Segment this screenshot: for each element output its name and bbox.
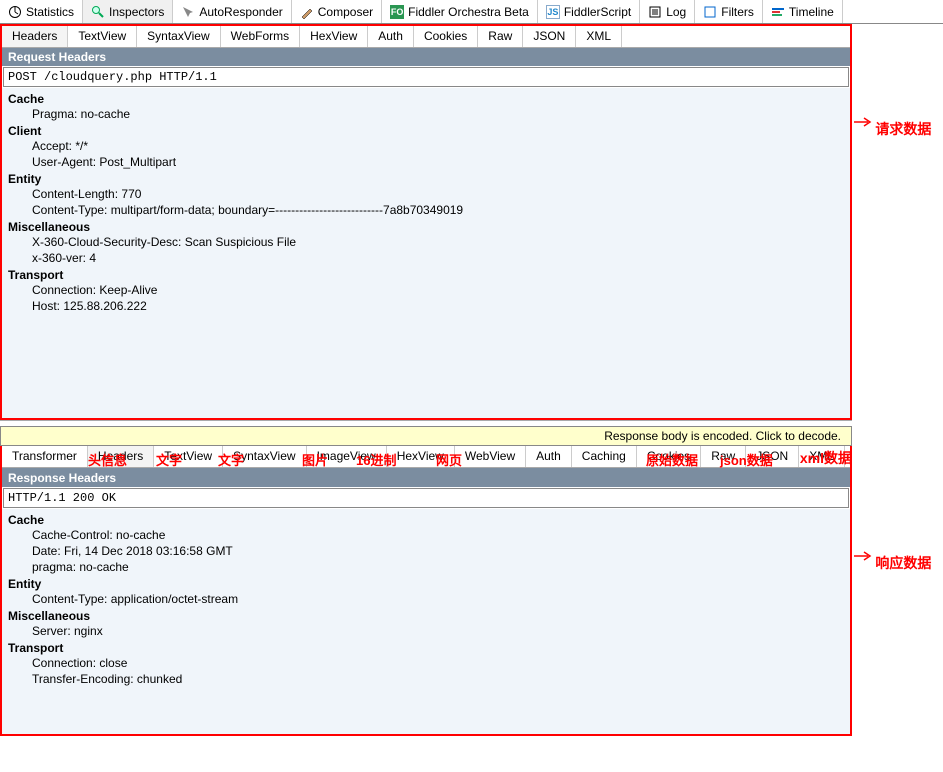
request-content: CachePragma: no-cache ClientAccept: */*Us… xyxy=(2,88,850,418)
tab-fiddlerscript[interactable]: JS FiddlerScript xyxy=(538,0,640,23)
req-tab-auth[interactable]: Auth xyxy=(368,26,414,47)
tab-statistics[interactable]: Statistics xyxy=(0,0,83,23)
response-content: CacheCache-Control: no-cacheDate: Fri, 1… xyxy=(2,509,850,734)
annotation-xml: xml数据 xyxy=(800,448,852,468)
header-group: Cache xyxy=(8,513,844,527)
header-group: Transport xyxy=(8,268,844,282)
header-item: Content-Length: 770 xyxy=(8,186,844,202)
inspectors-icon xyxy=(91,5,105,19)
req-tab-webforms[interactable]: WebForms xyxy=(221,26,300,47)
tab-label: Timeline xyxy=(789,5,834,19)
req-tab-headers[interactable]: Headers xyxy=(2,26,68,47)
header-item: x-360-ver: 4 xyxy=(8,250,844,266)
header-item: Pragma: no-cache xyxy=(8,106,844,122)
annotation-head: 头信息 xyxy=(88,450,127,469)
arrow-icon xyxy=(852,114,872,134)
annotation-web: 网页 xyxy=(436,450,462,469)
header-item: Date: Fri, 14 Dec 2018 03:16:58 GMT xyxy=(8,543,844,559)
tab-inspectors[interactable]: Inspectors xyxy=(83,0,173,23)
tab-filters[interactable]: Filters xyxy=(695,0,763,23)
response-panel: Transformer Headers TextView SyntaxView … xyxy=(0,446,852,736)
header-item: Content-Type: multipart/form-data; bound… xyxy=(8,202,844,218)
header-item: Transfer-Encoding: chunked xyxy=(8,671,844,687)
req-tab-xml[interactable]: XML xyxy=(576,26,622,47)
annotation-text2: 文字 xyxy=(218,450,244,469)
header-item: Accept: */* xyxy=(8,138,844,154)
annotation-text1: 文字 xyxy=(156,450,182,469)
main-tabs: Statistics Inspectors AutoResponder Comp… xyxy=(0,0,943,24)
statistics-icon xyxy=(8,5,22,19)
annotation-raw: 原始数据 xyxy=(646,450,698,469)
header-group: Transport xyxy=(8,641,844,655)
tab-label: FiddlerScript xyxy=(564,5,631,19)
header-item: Connection: Keep-Alive xyxy=(8,282,844,298)
annotation-json: json数据 xyxy=(720,450,773,469)
request-headers-title: Request Headers xyxy=(2,48,850,66)
header-item: User-Agent: Post_Multipart xyxy=(8,154,844,170)
response-headers-title: Response Headers xyxy=(2,468,850,487)
header-group: Miscellaneous xyxy=(8,609,844,623)
tab-label: AutoResponder xyxy=(199,5,282,19)
script-icon: JS xyxy=(546,5,560,19)
header-item: Content-Type: application/octet-stream xyxy=(8,591,844,607)
header-item: Host: 125.88.206.222 xyxy=(8,298,844,314)
tab-log[interactable]: Log xyxy=(640,0,695,23)
resp-tab-webview[interactable]: WebView xyxy=(455,446,526,467)
tab-timeline[interactable]: Timeline xyxy=(763,0,843,23)
tab-label: Filters xyxy=(721,5,754,19)
header-group: Client xyxy=(8,124,844,138)
header-group: Entity xyxy=(8,577,844,591)
tab-autoresponder[interactable]: AutoResponder xyxy=(173,0,291,23)
annotation-response: 响应数据 xyxy=(875,554,935,572)
req-tab-hexview[interactable]: HexView xyxy=(300,26,368,47)
autoresponder-icon xyxy=(181,5,195,19)
tab-composer[interactable]: Composer xyxy=(292,0,382,23)
filters-icon xyxy=(703,5,717,19)
tab-label: Log xyxy=(666,5,686,19)
req-tab-syntaxview[interactable]: SyntaxView xyxy=(137,26,220,47)
tab-label: Inspectors xyxy=(109,5,164,19)
arrow-icon xyxy=(852,548,872,568)
header-group: Cache xyxy=(8,92,844,106)
orchestra-icon: FO xyxy=(390,5,404,19)
resp-tab-auth[interactable]: Auth xyxy=(526,446,572,467)
resp-tab-transformer[interactable]: Transformer xyxy=(2,446,88,467)
header-item: Cache-Control: no-cache xyxy=(8,527,844,543)
tab-label: Statistics xyxy=(26,5,74,19)
log-icon xyxy=(648,5,662,19)
header-item: pragma: no-cache xyxy=(8,559,844,575)
tab-orchestra[interactable]: FO Fiddler Orchestra Beta xyxy=(382,0,538,23)
header-group: Entity xyxy=(8,172,844,186)
timeline-icon xyxy=(771,5,785,19)
resp-tab-caching[interactable]: Caching xyxy=(572,446,637,467)
req-tab-textview[interactable]: TextView xyxy=(68,26,137,47)
tab-label: Composer xyxy=(318,5,373,19)
annotation-request: 请求数据 xyxy=(875,120,935,138)
header-item: Server: nginx xyxy=(8,623,844,639)
header-item: X-360-Cloud-Security-Desc: Scan Suspicio… xyxy=(8,234,844,250)
req-tab-raw[interactable]: Raw xyxy=(478,26,523,47)
request-tabs: Headers TextView SyntaxView WebForms Hex… xyxy=(2,26,850,48)
request-first-line: POST /cloudquery.php HTTP/1.1 xyxy=(3,67,849,87)
annotation-hex: 16进制 xyxy=(356,450,396,469)
req-tab-json[interactable]: JSON xyxy=(523,26,576,47)
tab-label: Fiddler Orchestra Beta xyxy=(408,5,529,19)
response-first-line: HTTP/1.1 200 OK xyxy=(3,488,849,508)
header-item: Connection: close xyxy=(8,655,844,671)
header-group: Miscellaneous xyxy=(8,220,844,234)
request-panel: Headers TextView SyntaxView WebForms Hex… xyxy=(0,24,852,420)
req-tab-cookies[interactable]: Cookies xyxy=(414,26,478,47)
composer-icon xyxy=(300,5,314,19)
decode-banner[interactable]: Response body is encoded. Click to decod… xyxy=(0,426,852,446)
annotation-image: 图片 xyxy=(302,450,328,469)
